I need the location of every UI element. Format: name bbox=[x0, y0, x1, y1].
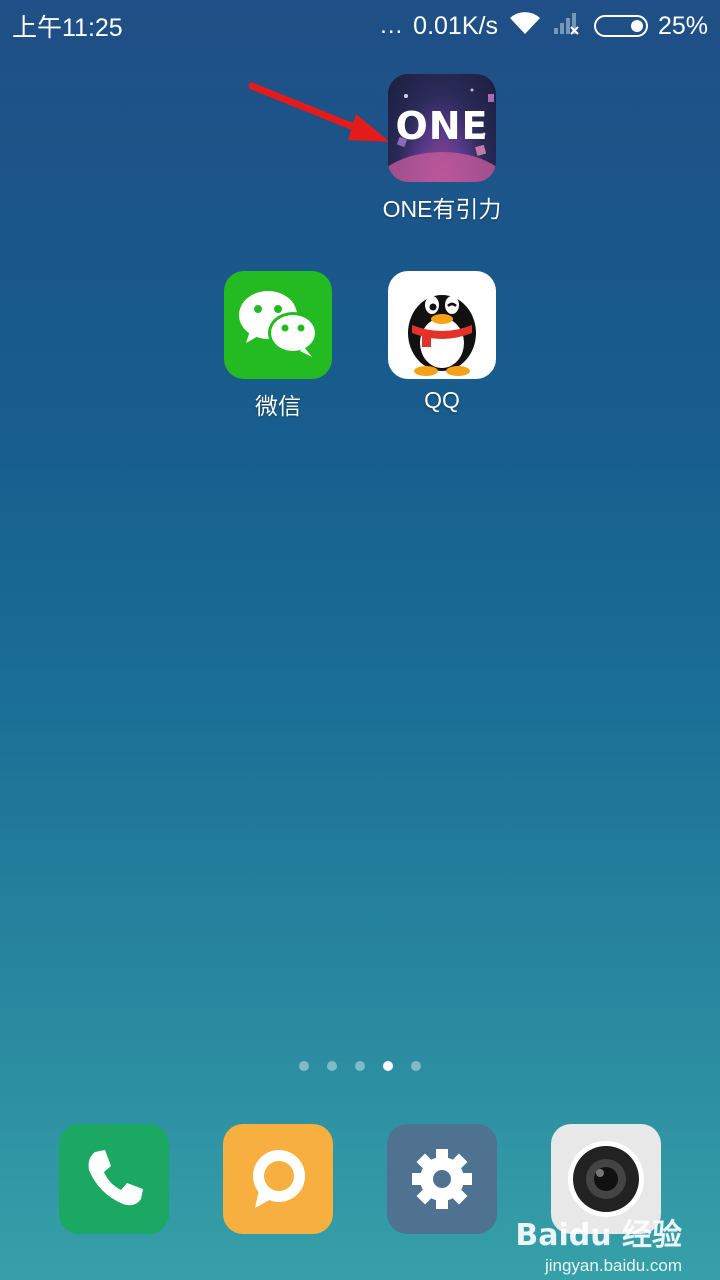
battery-icon bbox=[593, 15, 648, 37]
page-dot[interactable] bbox=[411, 1061, 421, 1071]
one-app-icon: ONE bbox=[388, 74, 496, 182]
wechat-icon bbox=[224, 271, 332, 379]
status-bar: 上午11:25 ... 0.01K/s 25% bbox=[0, 0, 720, 52]
phone-icon bbox=[88, 1150, 143, 1206]
network-speed: 0.01K/s bbox=[413, 11, 498, 40]
app-label: 微信 bbox=[255, 393, 301, 419]
status-indicators: ... 0.01K/s 25% bbox=[380, 10, 708, 43]
watermark-url: jingyan.baidu.com bbox=[544, 1256, 682, 1275]
qq-penguin-icon bbox=[388, 271, 496, 379]
page-dot[interactable] bbox=[299, 1061, 309, 1071]
page-indicator bbox=[0, 1061, 720, 1071]
watermark-logo: Baidu 经验 bbox=[515, 1218, 682, 1253]
page-dot[interactable] bbox=[327, 1061, 337, 1071]
settings-gear-icon bbox=[412, 1149, 472, 1209]
dock-settings-button[interactable] bbox=[387, 1124, 497, 1234]
dock-phone-button[interactable] bbox=[59, 1124, 169, 1234]
app-label: ONE有引力 bbox=[382, 196, 502, 222]
dock-messages-button[interactable] bbox=[223, 1124, 333, 1234]
cellular-signal-off-icon bbox=[552, 10, 580, 43]
message-icon bbox=[253, 1150, 305, 1208]
app-wechat[interactable]: 微信 bbox=[208, 271, 348, 421]
page-dot[interactable] bbox=[355, 1061, 365, 1071]
notification-dots: ... bbox=[380, 12, 404, 39]
page-dot-active[interactable] bbox=[383, 1061, 393, 1071]
app-qq[interactable]: QQ bbox=[372, 271, 512, 414]
baidu-jingyan-watermark: Baidu 经验 jingyan.baidu.com bbox=[515, 1210, 682, 1276]
app-label: QQ bbox=[424, 387, 460, 413]
wifi-icon bbox=[508, 10, 542, 43]
status-time: 上午11:25 bbox=[12, 14, 123, 42]
battery-percent: 25% bbox=[657, 11, 708, 40]
one-logo-text: ONE bbox=[395, 104, 489, 148]
app-one[interactable]: ONE ONE有引力 bbox=[372, 74, 512, 224]
